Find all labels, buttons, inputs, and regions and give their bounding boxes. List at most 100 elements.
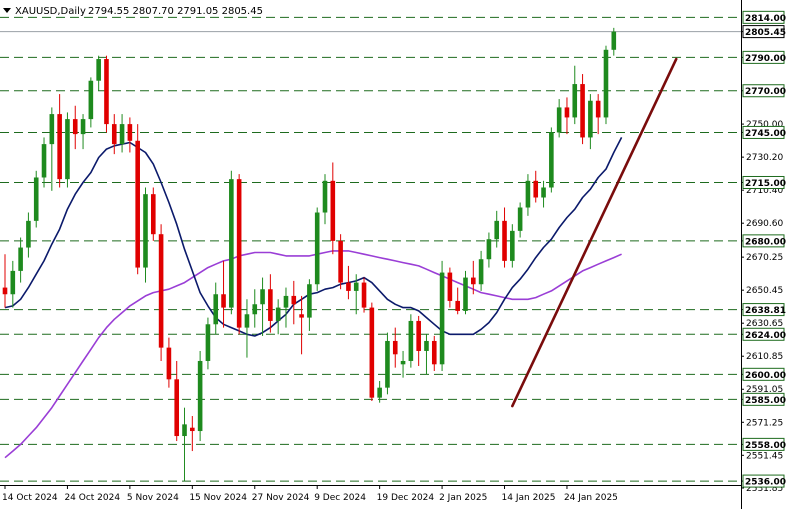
y-tick-label: 2670.25 <box>746 253 783 263</box>
candle-body-bull <box>314 212 320 285</box>
x-tick-label: 14 Jan 2025 <box>502 493 556 503</box>
candle-body-bull <box>80 119 86 135</box>
candle-body-bull <box>377 387 382 398</box>
candle-body-bull <box>478 259 484 285</box>
symbol-label: XAUUSD,Daily <box>15 6 86 17</box>
x-tick-label: 9 Dec 2024 <box>314 493 366 503</box>
y-tick-label: 2610.85 <box>746 352 783 362</box>
candle-body-bear <box>299 314 304 318</box>
x-tick-label: 15 Nov 2024 <box>189 493 247 503</box>
candle-body-bull <box>283 295 289 308</box>
candle-body-bear <box>190 427 195 432</box>
candle-body-bull <box>18 247 23 271</box>
x-tick-label: 5 Nov 2024 <box>127 493 179 503</box>
candle-body-bull <box>439 272 445 365</box>
candle-body-bull <box>549 132 554 188</box>
x-tick-label: 24 Jan 2025 <box>564 493 618 503</box>
candle-body-bull <box>322 180 328 213</box>
candle-body-bear <box>268 289 273 321</box>
candle-body-bull <box>49 114 55 145</box>
candle-body-bear <box>455 300 460 311</box>
y-tick-label: 2571.25 <box>746 418 783 428</box>
candle-body-bull <box>572 84 578 118</box>
candle-body-bear <box>533 180 539 198</box>
x-tick-label: 14 Oct 2024 <box>2 493 58 503</box>
candle-body-bull <box>556 107 562 133</box>
x-tick-label: 27 Nov 2024 <box>252 493 310 503</box>
candle-body-bear <box>471 277 476 285</box>
candle-body-bear <box>72 119 78 135</box>
candle-body-bear <box>127 124 133 141</box>
candle-body-bear <box>338 240 343 283</box>
chart-header: XAUUSD,Daily 2794.55 2807.70 2791.05 280… <box>3 6 263 17</box>
level-label: 2536.00 <box>745 478 786 488</box>
candle-body-bear <box>57 114 62 180</box>
candle-body-bull <box>517 207 523 231</box>
candle-body-bear <box>158 234 164 348</box>
candle-body-bull <box>353 282 359 291</box>
price-chart[interactable]: 2805.452790.002770.002750.002745.002730.… <box>0 0 786 509</box>
level-label: 2770.00 <box>745 87 786 97</box>
candle-body-bear <box>361 282 367 308</box>
level-label: 2558.00 <box>745 441 786 451</box>
candle-body-bear <box>416 320 421 351</box>
candle-body-bull <box>205 324 211 361</box>
y-tick-label: 2551.45 <box>746 451 783 461</box>
y-tick-label: 2690.60 <box>746 219 783 229</box>
candle-body-bull <box>65 119 70 180</box>
candle-body-bear <box>392 340 398 355</box>
candle-body-bull <box>244 314 250 328</box>
candle-body-bear <box>236 179 242 328</box>
candle-body-bear <box>447 272 453 301</box>
candle-body-bull <box>400 360 406 365</box>
candle-body-bull <box>486 239 492 260</box>
candle-body-bear <box>346 282 351 291</box>
candle-body-bear <box>2 287 8 295</box>
current-price-label: 2805.45 <box>745 28 786 38</box>
level-label: 2600.00 <box>745 371 786 381</box>
candle-body-bull <box>424 340 429 351</box>
candle-body-bull <box>197 360 203 432</box>
candle-body-bear <box>174 379 180 437</box>
candle-body-bear <box>502 220 507 261</box>
candle-body-bull <box>385 340 390 388</box>
x-tick-label: 24 Oct 2024 <box>64 493 120 503</box>
level-label: 2624.00 <box>745 331 786 341</box>
candle-body-bear <box>369 307 375 398</box>
candle-body-bear <box>104 59 109 125</box>
candle-body-bull <box>41 144 47 178</box>
y-tick-label: 2730.20 <box>746 153 783 163</box>
candle-body-bull <box>182 424 187 437</box>
candle-body-bull <box>307 284 312 318</box>
candle-body-bear <box>166 347 172 380</box>
candle-body-bull <box>494 220 500 240</box>
y-tick-label: 2650.45 <box>746 286 783 296</box>
candle-body-bull <box>96 59 101 81</box>
candle-body-bull <box>275 307 281 321</box>
candle-body-bear <box>595 100 601 118</box>
level-label: 2638.81 <box>745 306 786 316</box>
candle-body-bull <box>541 187 546 198</box>
candle-body-bear <box>291 295 297 305</box>
candle-body-bull <box>603 49 609 118</box>
candle-body-bear <box>150 194 156 235</box>
candle-body-bull <box>213 294 219 325</box>
candle-body-bull <box>229 179 234 308</box>
candle-body-bear <box>431 340 437 365</box>
candle-body-bull <box>26 220 31 248</box>
candle-body-bull <box>260 289 265 305</box>
candle-body-bull <box>33 177 39 221</box>
level-label: 2790.00 <box>745 54 786 64</box>
candle-body-bear <box>111 124 117 145</box>
candle-body-bull <box>88 80 94 120</box>
candle-body-bull <box>143 194 148 268</box>
candle-body-bull <box>611 31 617 50</box>
candle-body-bull <box>10 270 16 295</box>
level-label: 2585.00 <box>745 396 786 406</box>
candle-body-bear <box>330 180 336 241</box>
y-tick-label: 2630.65 <box>746 319 783 329</box>
candle-body-bull <box>463 277 468 311</box>
candle-body-bull <box>408 320 414 361</box>
x-tick-label: 2 Jan 2025 <box>439 493 487 503</box>
level-label: 2745.00 <box>745 129 786 139</box>
